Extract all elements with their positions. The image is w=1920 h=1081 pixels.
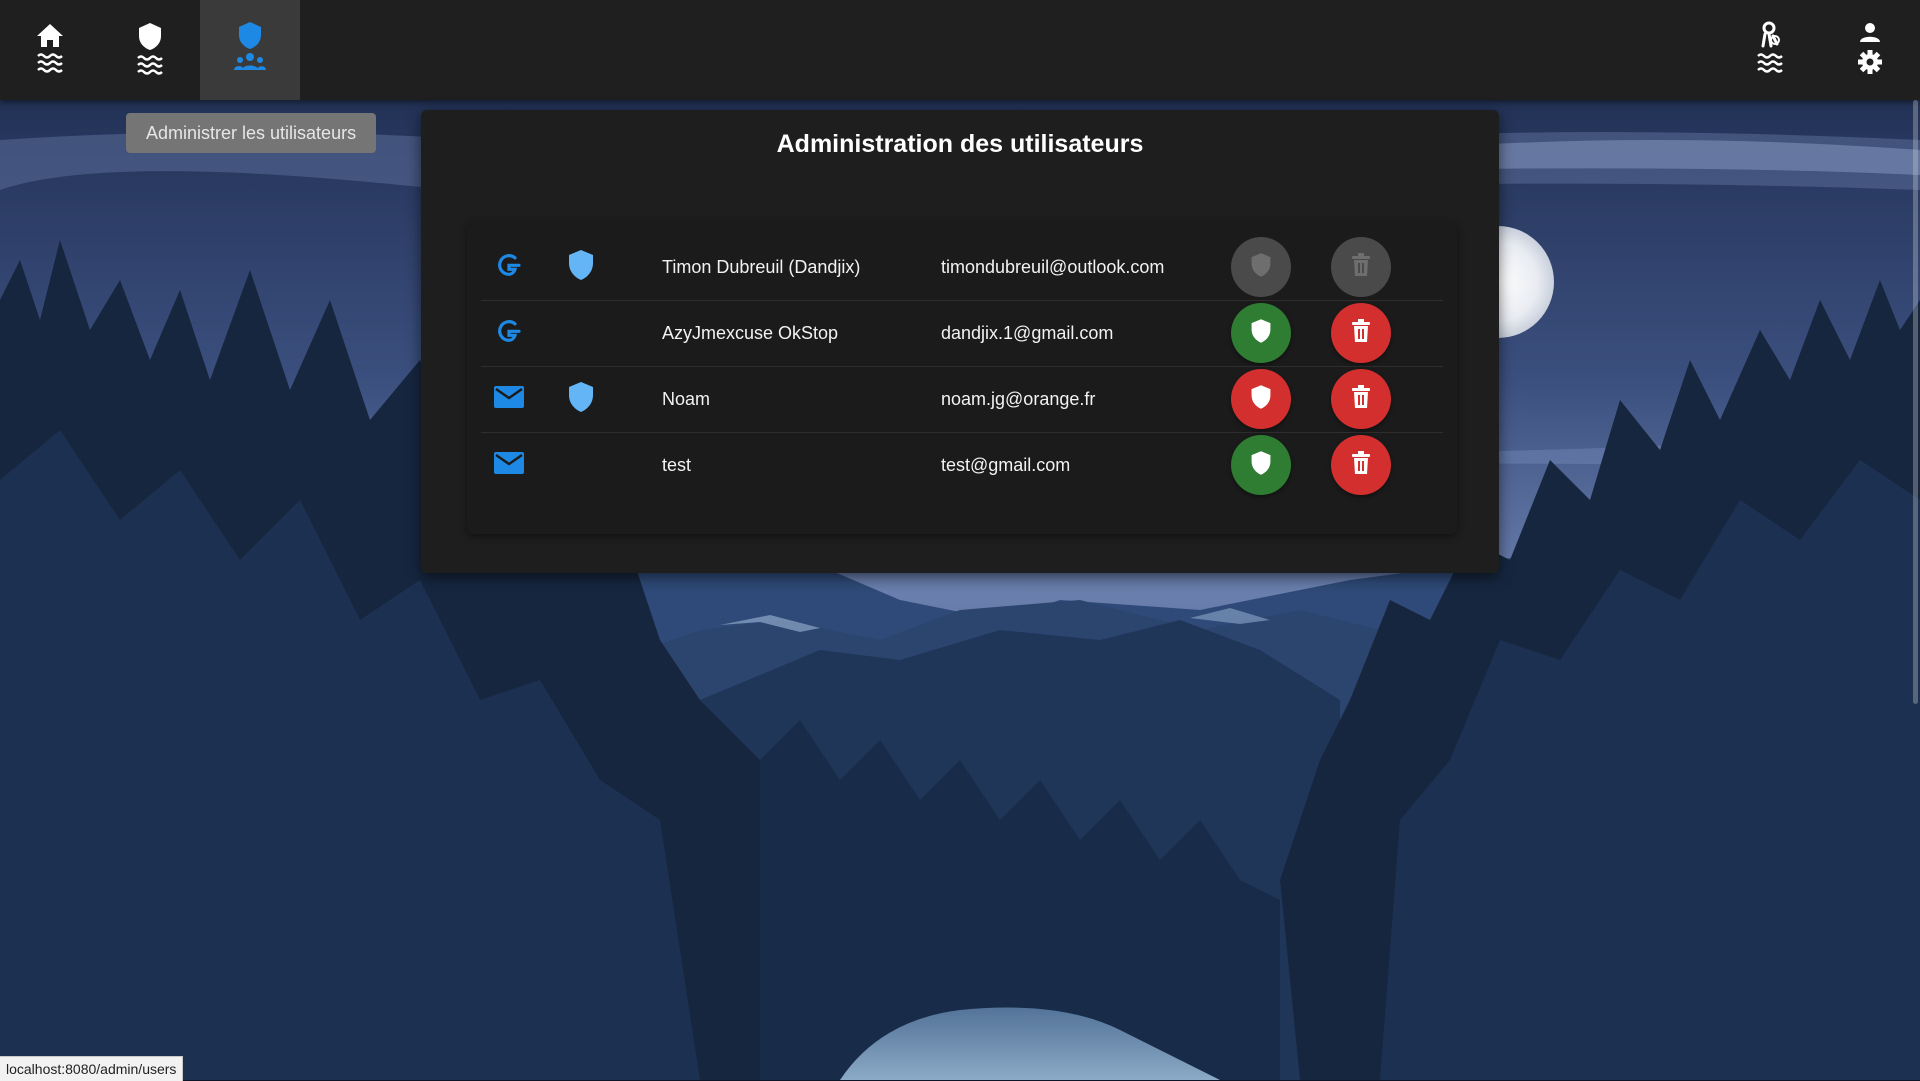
toggle-admin-button[interactable] bbox=[1231, 303, 1291, 363]
provider-cell bbox=[487, 300, 531, 366]
page-title: Administration des utilisateurs bbox=[776, 130, 1144, 158]
user-row: AzyJmexcuse OkStop dandjix.1@gmail.com bbox=[481, 300, 1443, 367]
nav-admin-users-button[interactable] bbox=[200, 0, 300, 100]
user-email: test@gmail.com bbox=[941, 454, 1071, 475]
nav-account-settings-button[interactable] bbox=[1820, 0, 1920, 100]
user-row: test test@gmail.com bbox=[481, 432, 1443, 498]
shield-icon bbox=[1250, 318, 1272, 349]
provider-cell bbox=[487, 234, 531, 300]
admin-shield-icon bbox=[567, 381, 595, 418]
user-name: AzyJmexcuse OkStop bbox=[662, 322, 839, 343]
lifeguard-waves-icon bbox=[1755, 20, 1785, 80]
users-table: Timon Dubreuil (Dandjix) timondubreuil@ou… bbox=[467, 222, 1457, 534]
provider-cell bbox=[487, 432, 531, 498]
google-icon bbox=[494, 316, 524, 351]
home-waves-icon bbox=[35, 20, 65, 80]
admin-status-cell bbox=[561, 432, 601, 498]
admin-shield-icon bbox=[567, 249, 595, 286]
status-bar-url: localhost:8080/admin/users bbox=[0, 1056, 184, 1081]
mail-icon bbox=[493, 450, 525, 481]
delete-user-button[interactable] bbox=[1331, 369, 1391, 429]
toggle-admin-button bbox=[1231, 237, 1291, 297]
nav-admin-shield-button[interactable] bbox=[100, 0, 200, 100]
admin-status-cell bbox=[561, 300, 601, 366]
trash-icon bbox=[1351, 252, 1371, 282]
user-email: dandjix.1@gmail.com bbox=[941, 322, 1114, 343]
nav-tooltip: Administrer les utilisateurs bbox=[126, 113, 377, 153]
user-gear-icon bbox=[1855, 20, 1885, 80]
admin-status-cell bbox=[561, 234, 601, 300]
user-name: Noam bbox=[662, 388, 711, 409]
trash-icon bbox=[1351, 318, 1371, 348]
delete-user-button bbox=[1331, 237, 1391, 297]
trash-icon bbox=[1351, 450, 1371, 480]
user-email: timondubreuil@outlook.com bbox=[941, 256, 1165, 277]
mail-icon bbox=[493, 384, 525, 415]
shield-users-icon bbox=[233, 20, 267, 80]
page-scrollbar[interactable] bbox=[1913, 100, 1918, 704]
toggle-admin-button[interactable] bbox=[1231, 435, 1291, 495]
shield-icon bbox=[1250, 252, 1272, 283]
nav-home-button[interactable] bbox=[0, 0, 100, 100]
trash-icon bbox=[1351, 384, 1371, 414]
user-name: Timon Dubreuil (Dandjix) bbox=[662, 256, 861, 277]
user-row: Noam noam.jg@orange.fr bbox=[481, 366, 1443, 433]
nav-lifeguard-button[interactable] bbox=[1720, 0, 1820, 100]
toggle-admin-button[interactable] bbox=[1231, 369, 1291, 429]
top-navbar bbox=[0, 0, 1920, 100]
provider-cell bbox=[487, 366, 531, 432]
user-row: Timon Dubreuil (Dandjix) timondubreuil@ou… bbox=[481, 234, 1443, 301]
delete-user-button[interactable] bbox=[1331, 303, 1391, 363]
admin-status-cell bbox=[561, 366, 601, 432]
shield-icon bbox=[1250, 450, 1272, 481]
delete-user-button[interactable] bbox=[1331, 435, 1391, 495]
user-admin-panel: Administration des utilisateurs Timon Du… bbox=[421, 110, 1499, 573]
user-email: noam.jg@orange.fr bbox=[941, 388, 1096, 409]
shield-waves-icon bbox=[135, 20, 165, 80]
shield-icon bbox=[1250, 384, 1272, 415]
google-icon bbox=[494, 250, 524, 285]
user-name: test bbox=[662, 454, 692, 475]
